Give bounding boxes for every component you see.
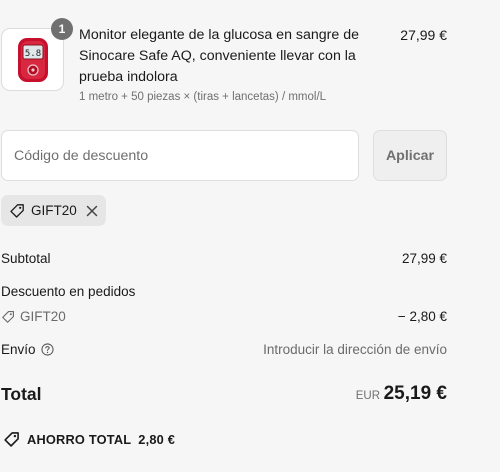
cart-line-item: 5.8 1 Monitor elegante de la glucosa en … [0, 18, 500, 112]
applied-discount-code: GIFT20 [31, 203, 77, 218]
help-icon[interactable] [40, 343, 54, 356]
order-discount-row: Descuento en pedidos [1, 284, 447, 299]
remove-discount-icon[interactable] [86, 205, 98, 217]
shipping-value: Introducir la dirección de envío [263, 342, 447, 357]
subtotal-label: Subtotal [1, 251, 51, 266]
discount-code-input[interactable] [1, 130, 359, 181]
glucose-meter-icon: 5.8 [17, 37, 48, 82]
tag-icon [1, 310, 15, 324]
tag-icon [9, 203, 25, 219]
meter-display-text: 5.8 [24, 49, 40, 59]
shipping-label: Envío [1, 342, 36, 357]
order-discount-value: − 2,80 € [397, 309, 447, 324]
subtotal-row: Subtotal 27,99 € [1, 251, 447, 266]
order-discount-code: GIFT20 [20, 309, 66, 324]
total-amount: 25,19 € [383, 383, 447, 404]
product-variant: 1 metro + 50 piezas × (tiras + lancetas)… [79, 91, 327, 103]
product-title: Monitor elegante de la glucosa en sangre… [79, 27, 360, 85]
product-price: 27,99 € [400, 27, 447, 43]
total-label: Total [1, 384, 42, 404]
applied-discount-chip: GIFT20 [1, 195, 106, 226]
total-savings: AHORRO TOTAL 2,80 € [3, 431, 175, 448]
savings-label: AHORRO TOTAL [27, 432, 132, 447]
tag-icon [3, 431, 20, 448]
order-discount-label: Descuento en pedidos [1, 284, 136, 299]
currency-code: EUR [355, 390, 380, 402]
shipping-row: Envío Introducir la dirección de envío [1, 342, 447, 357]
apply-discount-button[interactable]: Aplicar [373, 130, 447, 181]
quantity-badge: 1 [51, 18, 73, 40]
savings-value: 2,80 € [138, 432, 176, 447]
subtotal-value: 27,99 € [401, 251, 447, 266]
order-discount-code-row: GIFT20 − 2,80 € [1, 309, 447, 324]
